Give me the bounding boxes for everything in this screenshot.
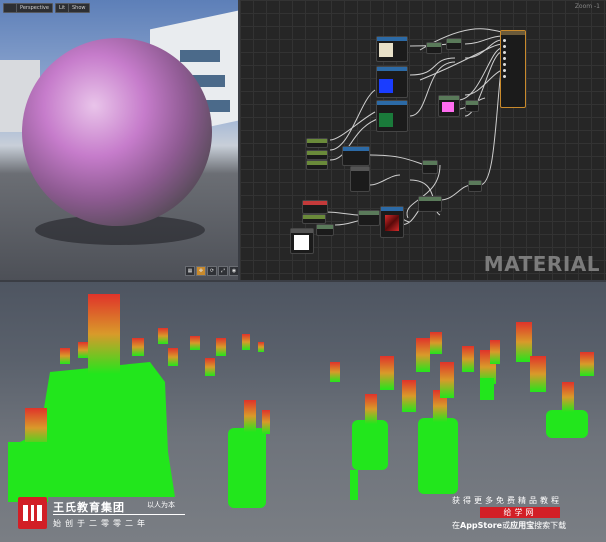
scalar-param-node[interactable] — [302, 200, 328, 214]
scalar-param-node[interactable] — [302, 214, 326, 224]
math-node[interactable] — [358, 210, 380, 226]
brand-logo — [18, 497, 47, 529]
texture-sample-node-mask[interactable] — [376, 100, 408, 132]
promo-download-text: 在AppStore或应用宝搜索下载 — [452, 521, 567, 530]
material-watermark-label: MATERIAL — [483, 252, 600, 276]
scale-icon[interactable]: ⤢ — [218, 266, 228, 276]
mesh-flame-top — [88, 294, 120, 374]
grid-icon[interactable]: ▦ — [185, 266, 195, 276]
texture-swatch — [379, 43, 393, 57]
brand-motto: 以人为本 — [147, 501, 175, 509]
perspective-button[interactable]: Perspective — [16, 3, 53, 13]
mesh-flame-top — [244, 400, 256, 432]
constant-white-node[interactable] — [290, 228, 314, 254]
parameter-node[interactable] — [306, 138, 328, 148]
math-node[interactable] — [316, 224, 334, 236]
mesh-green — [228, 428, 266, 508]
mesh-flame-top — [562, 382, 574, 412]
material-graph-editor[interactable]: Zoom -1 MATERIAL — [240, 0, 606, 280]
camera-icon[interactable]: ◉ — [229, 266, 238, 276]
noise-texture-node[interactable] — [380, 206, 404, 238]
math-node[interactable] — [465, 100, 479, 112]
viewport-menu-button[interactable] — [3, 3, 17, 13]
mesh-flame-top — [262, 410, 270, 434]
preview-sphere — [22, 38, 212, 226]
rotate-icon[interactable]: ⟳ — [207, 266, 217, 276]
lerp-node-pink[interactable] — [438, 95, 460, 117]
mesh-green — [352, 420, 388, 470]
math-node[interactable] — [446, 38, 462, 50]
parameter-node[interactable] — [306, 160, 328, 170]
mesh-green — [418, 418, 458, 494]
color-swatch — [294, 235, 309, 250]
brand-divider — [53, 514, 185, 515]
texture-swatch — [379, 113, 393, 127]
brand-subtitle: 始创于二零零二年 — [53, 519, 149, 528]
mesh-green — [8, 442, 48, 502]
mask-node[interactable] — [350, 166, 370, 192]
building-window — [180, 50, 220, 62]
parameter-node[interactable] — [306, 150, 328, 160]
mesh-green — [546, 410, 588, 438]
texture-sample-node-normal[interactable] — [376, 66, 408, 98]
promo-text: 获得更多免费精品教程 — [452, 496, 562, 505]
texture-sample-node-base[interactable] — [376, 36, 408, 62]
texture-swatch — [379, 79, 393, 93]
color-swatch — [442, 102, 454, 112]
texture-swatch — [385, 215, 399, 231]
move-icon[interactable]: ✥ — [196, 266, 206, 276]
material-preview-viewport[interactable]: Perspective Lit Show ▦ ✥ ⟳ ⤢ ◉ — [0, 0, 238, 280]
show-button[interactable]: Show — [68, 3, 90, 13]
world-position-node[interactable] — [342, 146, 370, 166]
multiply-node[interactable] — [418, 196, 442, 212]
math-node[interactable] — [426, 42, 442, 54]
mesh-flame-top — [365, 394, 377, 424]
promo-badge: 给学网 — [480, 507, 560, 518]
brand-name: 王氏教育集团 — [53, 501, 125, 514]
math-node[interactable] — [468, 180, 482, 192]
math-node[interactable] — [422, 160, 438, 174]
material-output-node[interactable] — [500, 30, 526, 108]
